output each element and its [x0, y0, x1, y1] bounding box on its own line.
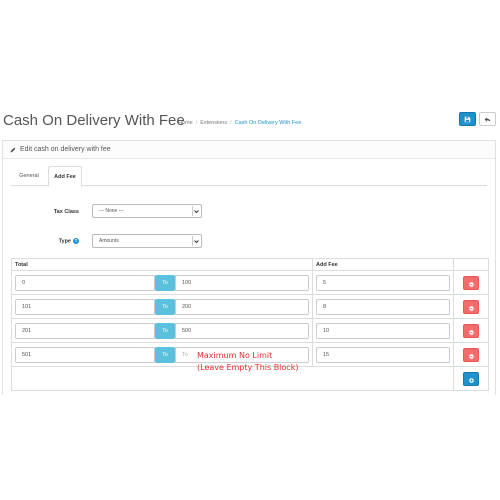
breadcrumb: Home / Extensions / Cash On Delivery With Fe…	[178, 120, 302, 126]
breadcrumb-current[interactable]: Cash On Delivery With Fee	[235, 120, 302, 126]
add-row-button[interactable]	[463, 370, 479, 388]
type-select[interactable]: Amounts	[92, 234, 202, 248]
note-line-1: Maximum No Limit	[197, 351, 273, 360]
remove-row-button[interactable]	[463, 274, 479, 292]
reply-icon	[484, 110, 491, 128]
minus-circle-icon	[468, 298, 474, 316]
save-button[interactable]	[459, 112, 476, 126]
minus-circle-icon	[468, 346, 474, 364]
back-button[interactable]	[479, 112, 496, 126]
table-row: 101 To 200 8	[11, 294, 489, 319]
pencil-icon	[10, 147, 16, 153]
tax-class-value: --- None ---	[99, 208, 124, 214]
table-header-row: Total Add Fee	[11, 258, 489, 271]
to-addon: To	[155, 322, 175, 339]
from-input[interactable]: 201	[15, 322, 155, 339]
breadcrumb-home[interactable]: Home	[178, 120, 193, 126]
save-icon	[464, 110, 471, 128]
tab-bar: General Add Fee	[11, 166, 487, 187]
from-input[interactable]: 501	[15, 346, 155, 363]
minus-circle-icon	[468, 322, 474, 340]
tab-add-fee[interactable]: Add Fee	[48, 166, 82, 187]
table-row: 201 To 500 10	[11, 318, 489, 343]
chevron-down-icon	[192, 236, 200, 246]
fee-input[interactable]: 10	[316, 322, 450, 339]
tax-class-select[interactable]: --- None ---	[92, 204, 202, 218]
fee-input[interactable]: 15	[316, 346, 450, 363]
page-title: Cash On Delivery With Fee	[3, 112, 185, 129]
max-limit-note: Maximum No Limit (Leave Empty This Block…	[197, 350, 298, 374]
remove-row-button[interactable]	[463, 298, 479, 316]
to-input[interactable]: 100	[175, 274, 309, 291]
header-add-fee: Add Fee	[312, 258, 454, 271]
plus-circle-icon	[468, 370, 474, 388]
header-actions	[453, 258, 489, 271]
type-value: Amounts	[99, 238, 119, 244]
breadcrumb-extensions[interactable]: Extensions	[200, 120, 227, 126]
panel-heading: Edit cash on delivery with fee	[3, 141, 495, 159]
fee-input[interactable]: 5	[316, 274, 450, 291]
from-input[interactable]: 0	[15, 274, 155, 291]
help-icon: ?	[73, 238, 79, 244]
type-label: Type	[58, 238, 71, 245]
to-addon: To	[155, 346, 175, 363]
type-label-wrap: Type?	[19, 238, 79, 244]
tab-general[interactable]: General	[13, 166, 45, 186]
remove-row-button[interactable]	[463, 322, 479, 340]
from-input[interactable]: 101	[15, 298, 155, 315]
chevron-down-icon	[192, 206, 200, 216]
minus-circle-icon	[468, 274, 474, 292]
tax-class-label: Tax Class	[53, 209, 79, 215]
table-row: 0 To 100 5	[11, 270, 489, 295]
panel-heading-label: Edit cash on delivery with fee	[20, 146, 111, 153]
to-input[interactable]: 500	[175, 322, 309, 339]
fee-input[interactable]: 8	[316, 298, 450, 315]
to-addon: To	[155, 274, 175, 291]
to-input[interactable]: 200	[175, 298, 309, 315]
header-total: Total	[11, 258, 313, 271]
note-line-2: (Leave Empty This Block)	[197, 363, 299, 372]
remove-row-button[interactable]	[463, 346, 479, 364]
to-addon: To	[155, 298, 175, 315]
